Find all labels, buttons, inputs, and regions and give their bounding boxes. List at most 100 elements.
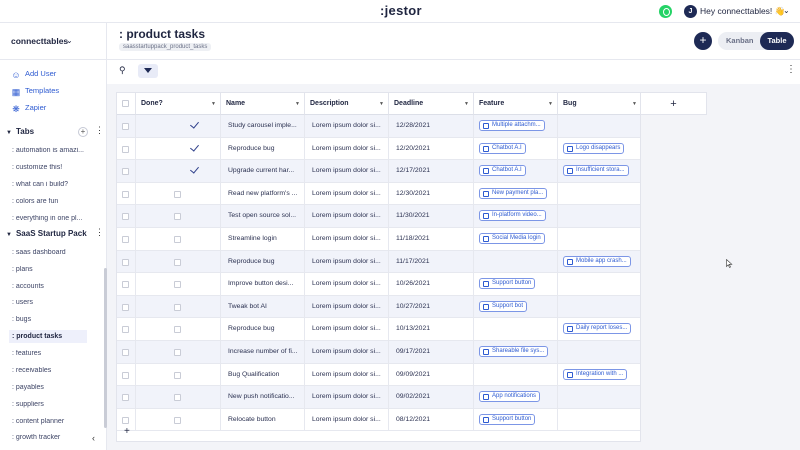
done-cell[interactable] <box>136 182 221 206</box>
done-cell[interactable] <box>136 250 221 274</box>
feature-link-tag[interactable]: New payment pla... <box>479 187 548 199</box>
name-cell[interactable]: Bug Qualification <box>221 363 305 387</box>
sidebar-item-saas-dashboard[interactable]: : saas dashboard <box>12 249 85 256</box>
column-header-description[interactable]: Description ▼ <box>305 93 389 115</box>
add-row-button[interactable]: + <box>124 426 130 437</box>
row-select-checkbox[interactable] <box>122 168 129 176</box>
sidebar-item-content-planner[interactable]: : content planner <box>12 418 85 425</box>
done-checkbox[interactable] <box>174 394 181 402</box>
description-cell[interactable]: Lorem ipsum dolor si... <box>305 137 389 161</box>
feature-cell[interactable] <box>474 318 558 341</box>
feature-link-tag[interactable]: Support bot <box>479 300 528 312</box>
tabs-section-toggle[interactable]: ▼ Tabs <box>6 127 34 136</box>
name-cell[interactable]: Reproduce bug <box>221 250 305 274</box>
deadline-cell[interactable]: 10/26/2021 <box>389 273 474 296</box>
table-row[interactable]: Read new platform's ... Lorem ipsum dolor… <box>117 182 640 206</box>
feature-cell[interactable]: In-platform video... <box>474 205 558 228</box>
table-row[interactable]: Reproduce bug Lorem ipsum dolor si... 11/1… <box>117 250 640 274</box>
name-cell[interactable]: Read new platform's ... <box>221 182 305 206</box>
templates-button[interactable]: ▦ Templates <box>11 86 59 97</box>
feature-link-tag[interactable]: Shareable file sys... <box>479 346 549 357</box>
feature-link-tag[interactable]: Social Media login <box>479 233 545 244</box>
sidebar-item-accounts[interactable]: : accounts <box>12 283 85 290</box>
sidebar-item-everything[interactable]: : everything in one pl... <box>12 215 85 222</box>
deadline-cell[interactable]: 12/17/2021 <box>389 160 474 183</box>
row-select-cell[interactable] <box>117 137 136 161</box>
done-checkbox[interactable] <box>174 349 181 356</box>
name-cell[interactable]: Upgrade current har... <box>221 160 305 183</box>
bug-cell[interactable]: Logo disappears <box>558 138 640 161</box>
done-checkbox[interactable] <box>174 371 181 379</box>
bug-cell[interactable]: Mobile app crash... <box>558 251 640 274</box>
table-row[interactable]: Upgrade current har... Lorem ipsum dolor … <box>117 160 640 183</box>
feature-link-tag[interactable]: App notifications <box>479 391 541 403</box>
caret-down-icon[interactable]: ▼ <box>548 93 553 115</box>
done-checkbox[interactable] <box>174 281 181 289</box>
caret-down-icon[interactable]: ▼ <box>379 93 384 115</box>
done-checkbox[interactable] <box>174 303 181 311</box>
name-cell[interactable]: Reproduce bug <box>221 137 305 161</box>
row-select-checkbox[interactable] <box>122 394 129 402</box>
bug-cell[interactable] <box>558 205 640 228</box>
done-cell[interactable] <box>136 363 221 387</box>
done-cell[interactable] <box>136 386 221 409</box>
row-select-cell[interactable] <box>117 363 136 387</box>
description-cell[interactable]: Lorem ipsum dolor si... <box>305 273 389 296</box>
table-row[interactable]: Relocate button Lorem ipsum dolor si... 08… <box>117 408 640 432</box>
chevron-down-icon[interactable]: ⌄ <box>783 6 790 15</box>
row-select-checkbox[interactable] <box>122 213 129 221</box>
row-select-checkbox[interactable] <box>122 190 129 198</box>
more-options-icon[interactable]: ⋮ <box>95 125 104 136</box>
row-select-cell[interactable] <box>117 273 136 296</box>
bug-cell[interactable] <box>558 115 640 138</box>
bug-cell[interactable]: Daily report loses... <box>558 318 640 341</box>
description-cell[interactable]: Lorem ipsum dolor si... <box>305 182 389 206</box>
more-options-icon[interactable]: ⋮ <box>95 227 104 238</box>
bug-cell[interactable] <box>558 273 640 296</box>
bug-cell[interactable] <box>558 228 640 251</box>
row-select-cell[interactable] <box>117 341 136 364</box>
row-select-checkbox[interactable] <box>122 416 129 424</box>
deadline-cell[interactable]: 11/17/2021 <box>389 250 474 274</box>
feature-link-tag[interactable]: Support button <box>479 413 536 425</box>
deadline-cell[interactable]: 11/30/2021 <box>389 205 474 228</box>
bug-link-tag[interactable]: Integration with ... <box>563 368 628 380</box>
feature-cell[interactable]: New payment pla... <box>474 182 558 206</box>
sidebar-item-product-tasks[interactable]: : product tasks <box>9 330 87 343</box>
deadline-cell[interactable]: 10/13/2021 <box>389 318 474 341</box>
bug-cell[interactable] <box>558 341 640 364</box>
name-cell[interactable]: Increase number of fi... <box>221 341 305 364</box>
row-select-checkbox[interactable] <box>122 371 129 379</box>
pack-section-toggle[interactable]: ▼ SaaS Startup Pack <box>6 229 87 238</box>
row-select-checkbox[interactable] <box>122 303 129 311</box>
done-checkbox[interactable] <box>174 213 181 221</box>
name-cell[interactable]: Test open source sol... <box>221 205 305 228</box>
description-cell[interactable]: Lorem ipsum dolor si... <box>305 386 389 409</box>
bug-cell[interactable]: Insufficient stora... <box>558 160 640 183</box>
feature-cell[interactable]: Shareable file sys... <box>474 341 558 364</box>
row-select-checkbox[interactable] <box>122 123 129 130</box>
user-greeting[interactable]: Hey connecttables! 👋 <box>700 6 785 17</box>
description-cell[interactable]: Lorem ipsum dolor si... <box>305 160 389 183</box>
caret-down-icon[interactable]: ▼ <box>464 93 469 115</box>
caret-down-icon[interactable]: ▼ <box>211 93 216 115</box>
bug-cell[interactable]: Integration with ... <box>558 364 640 387</box>
sidebar-item-customize[interactable]: : customize this! <box>12 164 85 171</box>
column-header-done[interactable]: Done? ▼ <box>136 93 221 115</box>
table-row[interactable]: Bug Qualification Lorem ipsum dolor si...… <box>117 363 640 387</box>
workspace-name[interactable]: connecttables <box>11 36 68 46</box>
bug-cell[interactable] <box>558 296 640 319</box>
row-select-cell[interactable] <box>117 228 136 251</box>
more-options-icon[interactable]: ⋮ <box>786 64 796 75</box>
bug-cell[interactable] <box>558 409 640 432</box>
deadline-cell[interactable]: 10/27/2021 <box>389 295 474 319</box>
feature-cell[interactable]: Support bot <box>474 295 558 319</box>
checkmark-icon[interactable] <box>190 164 199 174</box>
sidebar-item-suppliers[interactable]: : suppliers <box>12 401 85 408</box>
feature-cell[interactable]: Support button <box>474 273 558 296</box>
checkmark-icon[interactable] <box>190 141 199 152</box>
name-cell[interactable]: Study carousel imple... <box>221 115 305 138</box>
deadline-cell[interactable]: 12/30/2021 <box>389 182 474 206</box>
kanban-view-button[interactable]: Kanban <box>726 36 754 45</box>
description-cell[interactable]: Lorem ipsum dolor si... <box>305 115 389 138</box>
